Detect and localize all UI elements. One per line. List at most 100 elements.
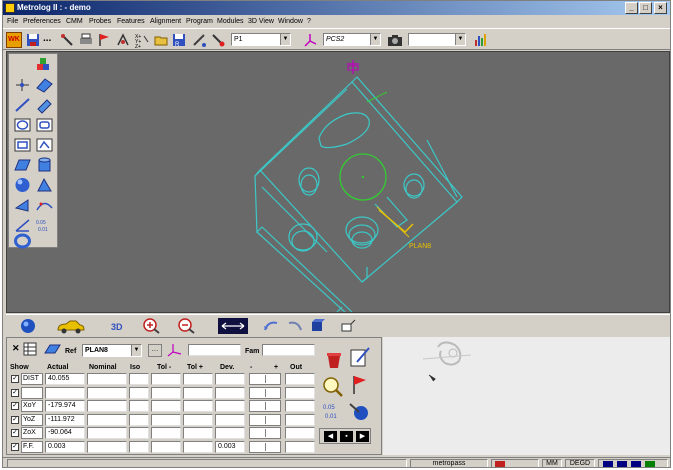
point-icon[interactable]: [13, 76, 32, 94]
cell-actual[interactable]: -111.972: [45, 413, 85, 426]
probe-view-icon[interactable]: [339, 318, 357, 334]
show-checkbox[interactable]: ✓: [11, 415, 19, 424]
axes-triad-icon[interactable]: [167, 342, 183, 358]
menu-modules[interactable]: Modules: [217, 17, 243, 26]
cylinder-3d-icon[interactable]: [35, 156, 54, 174]
menu-features[interactable]: Features: [117, 17, 145, 26]
chevron-down-icon[interactable]: ▼: [455, 34, 465, 45]
menu-program[interactable]: Program: [186, 17, 213, 26]
close-button[interactable]: ×: [654, 2, 667, 14]
cell-iso[interactable]: [129, 373, 149, 385]
cell-dev[interactable]: [215, 400, 245, 412]
menu-preferences[interactable]: Preferences: [23, 17, 61, 26]
plane-surface-icon[interactable]: [35, 76, 54, 94]
circle-icon[interactable]: [13, 116, 32, 134]
cell-iso[interactable]: [129, 400, 149, 412]
wk-button[interactable]: WK: [6, 32, 22, 48]
show-checkbox[interactable]: ✓: [11, 375, 19, 383]
cell-tolm[interactable]: [151, 440, 181, 453]
tolerance-values-icon[interactable]: 0.05 0.01: [322, 400, 344, 422]
stop-button[interactable]: ▪: [340, 431, 353, 442]
menu-help[interactable]: ?: [307, 17, 311, 26]
show-checkbox[interactable]: ✓: [11, 429, 19, 437]
plane-feature-icon[interactable]: [43, 342, 61, 356]
xyz-coords-icon[interactable]: X+ Y+ Z+: [134, 32, 150, 50]
menu-alignment[interactable]: Alignment: [150, 17, 181, 26]
cell-actual[interactable]: -179.974: [45, 400, 85, 412]
view-select[interactable]: ▼: [408, 33, 466, 46]
torus-icon[interactable]: [13, 232, 32, 250]
car-view-icon[interactable]: [56, 318, 86, 334]
cell-nominal[interactable]: [87, 413, 127, 426]
cube-stack-icon[interactable]: [34, 56, 53, 74]
cell-tolm[interactable]: [151, 386, 181, 399]
delete-bin-icon[interactable]: [324, 350, 344, 370]
globe-icon[interactable]: [20, 318, 36, 334]
cell-iso[interactable]: [129, 440, 149, 453]
menu-cmm[interactable]: CMM: [66, 17, 83, 26]
cell-iso[interactable]: [129, 427, 149, 439]
slot-icon[interactable]: [35, 136, 54, 154]
cell-dev[interactable]: [215, 373, 245, 385]
cell-actual[interactable]: -90.064: [45, 427, 85, 439]
probe-gear-icon[interactable]: [347, 400, 371, 422]
next-arrow-button[interactable]: ▶: [356, 431, 369, 442]
cell-tolm[interactable]: [151, 427, 181, 439]
menu-file[interactable]: File: [7, 17, 18, 26]
cell-nominal[interactable]: [87, 400, 127, 412]
zoom-out-icon[interactable]: [178, 318, 196, 334]
cube-view-icon[interactable]: [309, 318, 325, 334]
cell-tolp[interactable]: [183, 440, 213, 453]
show-checkbox[interactable]: ✓: [11, 442, 19, 451]
save-icon[interactable]: [25, 32, 41, 48]
cell-iso[interactable]: [129, 386, 149, 399]
cell-actual[interactable]: 40.055: [45, 373, 85, 385]
cell-tolm[interactable]: [151, 373, 181, 385]
tolerance-icon[interactable]: 0.05 0.01: [35, 216, 54, 234]
frame-select[interactable]: PCS2 ▼: [323, 33, 381, 46]
fit-to-window-icon[interactable]: [218, 318, 248, 334]
menu-3d-view[interactable]: 3D View: [248, 17, 274, 26]
line-icon[interactable]: [13, 96, 32, 114]
cell-nominal[interactable]: [87, 427, 127, 439]
plane-icon[interactable]: [13, 156, 32, 174]
cell-tolp[interactable]: [183, 427, 213, 439]
menu-probes[interactable]: Probes: [89, 17, 111, 26]
family-field[interactable]: [262, 344, 315, 356]
cell-actual[interactable]: [45, 386, 85, 399]
sphere-icon[interactable]: [13, 176, 32, 194]
cell-tolp[interactable]: [183, 386, 213, 399]
rotate-left-icon[interactable]: [262, 318, 280, 334]
rotate-right-icon[interactable]: [286, 318, 304, 334]
save-disk-icon[interactable]: R: [171, 32, 187, 48]
probe-tool-icon[interactable]: [59, 32, 75, 48]
minimize-button[interactable]: _: [625, 2, 638, 14]
prev-arrow-button[interactable]: ◀: [324, 431, 337, 442]
cone-icon[interactable]: [35, 176, 54, 194]
cell-dev[interactable]: 0.003: [215, 440, 245, 453]
open-folder-icon[interactable]: [153, 32, 169, 48]
table-icon[interactable]: [23, 342, 37, 356]
cell-dev[interactable]: [215, 413, 245, 426]
curve-icon[interactable]: [35, 196, 54, 214]
cylinder-icon[interactable]: [35, 96, 54, 114]
ref-browse-button[interactable]: …: [148, 344, 162, 357]
cell-tolm[interactable]: [151, 400, 181, 412]
ref-feature-select[interactable]: PLAN8 ▼: [82, 344, 142, 357]
cell-tolm[interactable]: [151, 413, 181, 426]
cell-nominal[interactable]: [87, 386, 127, 399]
search-magnifier-icon[interactable]: [322, 376, 344, 398]
chevron-down-icon[interactable]: ▼: [370, 34, 380, 45]
cone-surface-icon[interactable]: [13, 196, 32, 214]
cell-tolp[interactable]: [183, 400, 213, 412]
ellipse-icon[interactable]: [35, 116, 54, 134]
axes-tool-icon[interactable]: [115, 32, 131, 48]
zoom-in-icon[interactable]: [143, 318, 161, 334]
edit-pen-icon[interactable]: [349, 346, 371, 368]
ref-extra-field[interactable]: [188, 344, 241, 356]
chevron-down-icon[interactable]: ▼: [131, 345, 141, 356]
close-panel-icon[interactable]: ✕: [12, 344, 20, 353]
cell-nominal[interactable]: [87, 440, 127, 453]
cell-dev[interactable]: [215, 427, 245, 439]
more-button[interactable]: ...: [43, 32, 59, 48]
